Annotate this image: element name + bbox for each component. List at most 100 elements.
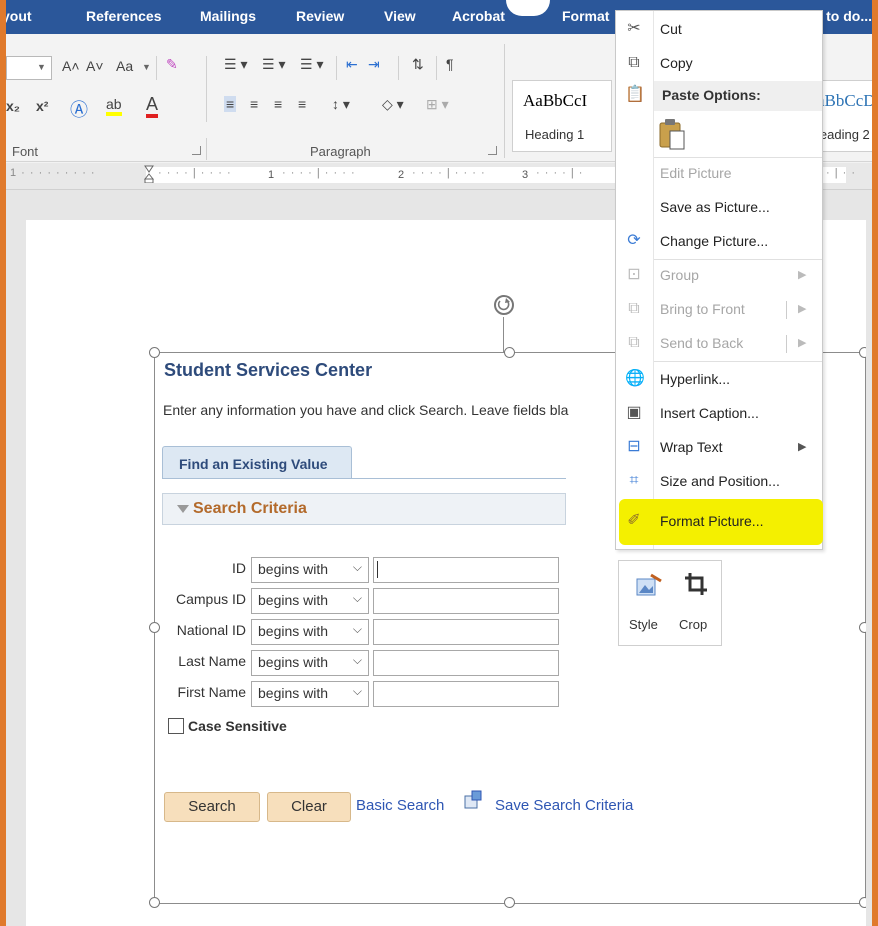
font-group-label: Font xyxy=(12,144,39,159)
tab-review[interactable]: Review xyxy=(296,8,344,24)
menu-item-wrap-text[interactable]: ⊟ Wrap Text ▶ xyxy=(616,431,822,465)
menu-item-bring-to-front[interactable]: ⧉ Bring to Front ▶ xyxy=(616,293,822,327)
style-button[interactable]: Style xyxy=(629,567,669,637)
submenu-arrow-icon: ▶ xyxy=(798,441,807,453)
ruler-number: 1 xyxy=(268,169,275,181)
paste-keep-formatting-icon[interactable] xyxy=(658,117,686,151)
paragraph-group-label: Paragraph xyxy=(310,144,371,159)
picture-criteria-row: Campus ID begins with ⌵ xyxy=(156,586,576,614)
numbering-icon[interactable]: ☰ ▾ xyxy=(262,56,285,73)
word-window: yout References Mailings Review View Acr… xyxy=(6,0,872,926)
paste-options-header: Paste Options: xyxy=(654,81,822,111)
menu-item-save-as-picture[interactable]: Save as Picture... xyxy=(616,191,822,225)
menu-item-group[interactable]: ⊡ Group ▶ xyxy=(616,259,822,293)
submenu-arrow-icon: ▶ xyxy=(798,303,807,315)
resize-handle[interactable] xyxy=(149,897,160,908)
align-center-icon[interactable]: ≡ xyxy=(250,96,258,112)
crop-icon xyxy=(685,573,707,595)
scissors-icon: ✂ xyxy=(627,20,641,37)
shrink-font-button[interactable]: A˅ xyxy=(86,58,104,74)
picture-value-field xyxy=(373,681,559,707)
picture-search-criteria-header: Search Criteria xyxy=(162,493,566,525)
paste-icon: 📋 xyxy=(625,86,645,103)
picture-operator-select: begins with ⌵ xyxy=(251,619,369,645)
subscript-button[interactable]: x₂ xyxy=(6,98,20,114)
superscript-button[interactable]: x² xyxy=(36,98,48,114)
menu-item-size-and-position[interactable]: ⌗ Size and Position... xyxy=(616,465,822,499)
shading-icon[interactable]: ◇ ▾ xyxy=(382,96,404,113)
hyperlink-icon: 🌐 xyxy=(625,370,645,387)
rotate-handle-icon[interactable] xyxy=(492,291,516,319)
decrease-indent-icon[interactable]: ⇤ xyxy=(346,56,358,73)
tab-acrobat[interactable]: Acrobat xyxy=(452,8,505,24)
picture-operator-select: begins with ⌵ xyxy=(251,681,369,707)
line-spacing-icon[interactable]: ↕ ▾ xyxy=(332,96,350,113)
picture-basic-search-link: Basic Search xyxy=(356,797,445,814)
tab-format[interactable]: Format xyxy=(562,8,609,24)
menu-item-format-picture[interactable]: ✐ Format Picture... xyxy=(616,505,822,539)
picture-criteria-row: ID begins with ⌵ xyxy=(156,555,576,583)
size-position-icon: ⌗ xyxy=(629,472,639,489)
copy-icon: ⧉ xyxy=(628,54,640,71)
change-picture-icon: ⟳ xyxy=(627,232,641,249)
picture-operator-select: begins with ⌵ xyxy=(251,650,369,676)
picture-search-button: Search xyxy=(164,792,260,822)
submenu-arrow-icon: ▶ xyxy=(798,269,807,281)
picture-criteria-row: National ID begins with ⌵ xyxy=(156,617,576,645)
tab-references[interactable]: References xyxy=(86,8,162,24)
paragraph-dialog-launcher-icon[interactable] xyxy=(488,146,497,155)
justify-icon[interactable]: ≡ xyxy=(298,96,306,112)
change-case-button[interactable]: Aa xyxy=(116,58,133,74)
submenu-arrow-icon: ▶ xyxy=(798,337,807,349)
multilevel-list-icon[interactable]: ☰ ▾ xyxy=(300,56,323,73)
font-color-icon[interactable]: A xyxy=(146,94,159,118)
wrap-text-icon: ⊟ xyxy=(627,438,641,455)
clear-formatting-icon[interactable]: ✎ xyxy=(166,56,178,73)
menu-item-change-picture[interactable]: ⟳ Change Picture... xyxy=(616,225,822,259)
tab-mailings[interactable]: Mailings xyxy=(200,8,256,24)
insert-caption-icon: ▣ xyxy=(626,404,642,421)
picture-page-title: Student Services Center xyxy=(164,360,373,380)
indent-marker-icon[interactable] xyxy=(144,165,154,183)
grow-font-button[interactable]: A˄ xyxy=(62,58,80,74)
context-menu: ✂ Cut ⧉ Copy 📋 Paste Options: Edit Pictu… xyxy=(615,10,823,550)
picture-value-field xyxy=(373,588,559,614)
picture-clear-button: Clear xyxy=(267,792,351,822)
crop-button[interactable]: Crop xyxy=(675,567,715,637)
collapse-triangle-icon xyxy=(177,505,189,513)
mini-toolbar: Style Crop xyxy=(618,560,722,646)
picture-operator-select: begins with ⌵ xyxy=(251,588,369,614)
font-size-dropdown[interactable]: ▼ xyxy=(6,56,52,80)
picture-save-search-link: Save Search Criteria xyxy=(495,797,634,814)
ruler-number: 2 xyxy=(398,169,405,181)
picture-value-field xyxy=(373,650,559,676)
menu-item-send-to-back[interactable]: ⧉ Send to Back ▶ xyxy=(616,327,822,361)
resize-handle[interactable] xyxy=(504,897,515,908)
bring-to-front-icon: ⧉ xyxy=(628,300,640,317)
text-effects-icon[interactable]: Ⓐ xyxy=(70,96,88,122)
menu-item-copy[interactable]: ⧉ Copy xyxy=(616,47,822,81)
resize-handle[interactable] xyxy=(504,347,515,358)
style-heading-1[interactable]: AaBbCcI Heading 1 xyxy=(512,80,612,152)
tab-view[interactable]: View xyxy=(384,8,416,24)
menu-item-hyperlink[interactable]: 🌐 Hyperlink... xyxy=(616,363,822,397)
format-picture-icon: ✐ xyxy=(627,512,641,529)
align-left-icon[interactable]: ≡ xyxy=(224,96,237,112)
align-right-icon[interactable]: ≡ xyxy=(274,96,282,112)
group-icon: ⊡ xyxy=(627,266,641,283)
show-marks-icon[interactable]: ¶ xyxy=(446,56,454,72)
checkbox-icon xyxy=(168,718,184,734)
resize-handle[interactable] xyxy=(149,347,160,358)
sort-icon[interactable]: ⇅ xyxy=(412,56,424,73)
bullets-icon[interactable]: ☰ ▾ xyxy=(224,56,247,73)
menu-item-insert-caption[interactable]: ▣ Insert Caption... xyxy=(616,397,822,431)
font-dialog-launcher-icon[interactable] xyxy=(192,146,201,155)
borders-icon[interactable]: ⊞ ▾ xyxy=(426,96,449,113)
picture-value-field xyxy=(373,619,559,645)
menu-item-cut[interactable]: ✂ Cut xyxy=(616,13,822,47)
tab-layout[interactable]: yout xyxy=(6,8,32,24)
increase-indent-icon[interactable]: ⇥ xyxy=(368,56,380,73)
ruler-number: 3 xyxy=(522,169,529,181)
highlight-icon[interactable]: ab xyxy=(106,96,122,116)
menu-item-edit-picture[interactable]: Edit Picture xyxy=(616,157,822,191)
